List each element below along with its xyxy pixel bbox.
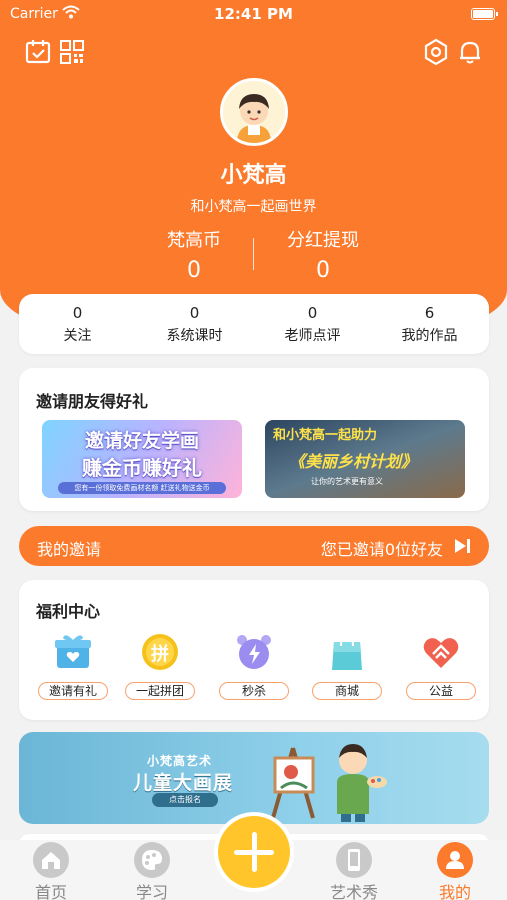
welfare-pill-label: 秒杀: [219, 682, 289, 700]
stat-course-hours[interactable]: 0 系统课时: [136, 304, 253, 345]
banner-caption: 您有一份领取免费画材名额 赶送礼物送金币: [58, 482, 226, 494]
play-next-icon: [455, 539, 470, 553]
stat-label: 系统课时: [166, 328, 223, 344]
tab-label: 学习: [135, 883, 168, 900]
welfare-pill-label: 邀请有礼: [38, 682, 108, 700]
welfare-charity[interactable]: 公益: [401, 632, 481, 700]
battery-icon: [471, 8, 498, 20]
banner-subheadline: 《美丽乡村计划》: [289, 452, 418, 471]
heart-hands-icon: [423, 638, 459, 668]
dividend-value: 0: [316, 258, 330, 283]
tab-home[interactable]: 首页: [16, 840, 86, 900]
tab-label: 首页: [34, 883, 67, 900]
phone-icon: [336, 842, 372, 878]
dividend-label: 分红提现: [287, 230, 359, 251]
welfare-invite-gift[interactable]: 邀请有礼: [33, 632, 113, 700]
invite-section-title: 邀请朋友得好礼: [36, 392, 149, 411]
coins-value: 0: [187, 258, 201, 283]
dividend-stat[interactable]: 分红提现 0: [258, 226, 388, 283]
home-icon: [33, 842, 69, 878]
banner-subheadline: 赚金币赚好礼: [82, 456, 202, 480]
settings-hexagon-icon[interactable]: [422, 38, 450, 66]
welfare-pill-label: 商城: [312, 682, 382, 700]
welfare-group-buy[interactable]: 拼 一起拼团: [120, 632, 200, 700]
username: 小梵高: [220, 163, 287, 188]
profile-icon: [437, 842, 473, 878]
stat-value: 0: [189, 304, 200, 322]
banner-headline: 和小梵高一起助力: [273, 428, 378, 443]
beautiful-village-banner[interactable]: 和小梵高一起助力 《美丽乡村计划》 让你的艺术更有意义: [265, 420, 465, 498]
my-invite-bar[interactable]: 我的邀请 您已邀请0位好友: [19, 526, 489, 566]
invite-friends-card: 邀请朋友得好礼 邀请好友学画 赚金币赚好礼 您有一份领取免费画材名额 赶送礼物送…: [19, 368, 489, 511]
bell-icon[interactable]: [456, 38, 484, 66]
stat-my-works[interactable]: 6 我的作品: [371, 304, 488, 345]
status-bar: Carrier 12:41 PM: [0, 0, 507, 28]
tab-mine[interactable]: 我的: [420, 840, 490, 900]
palette-icon: [134, 842, 170, 878]
coins-stat[interactable]: 梵高币 0: [129, 226, 259, 283]
status-time: 12:41 PM: [214, 5, 293, 23]
tab-label: 我的: [438, 883, 471, 900]
exhibit-line1: 小梵高艺术: [147, 754, 213, 768]
slogan: 和小梵高一起画世界: [190, 199, 317, 215]
welfare-pill-label: 公益: [406, 682, 476, 700]
stat-value: 6: [424, 304, 435, 322]
welfare-section-title: 福利中心: [36, 602, 101, 621]
shopping-bag-icon: [332, 634, 362, 670]
alarm-clock-icon: [237, 635, 271, 669]
stat-value: 0: [307, 304, 318, 322]
tab-label: 艺术秀: [329, 883, 378, 900]
my-invite-status: 您已邀请0位好友: [320, 540, 443, 559]
welfare-center-card: 福利中心 邀请有礼 拼 一起拼团 秒杀 商城 公益: [19, 580, 489, 720]
boy-avatar-illustration: [223, 81, 285, 143]
coins-label: 梵高币: [167, 230, 221, 251]
tab-study[interactable]: 学习: [117, 840, 187, 900]
gift-icon: [55, 635, 91, 668]
banner-headline: 邀请好友学画: [84, 430, 199, 452]
header-divider: [253, 238, 254, 270]
banner-caption: 让你的艺术更有意义: [311, 477, 383, 486]
stat-label: 关注: [63, 328, 92, 344]
avatar[interactable]: [220, 78, 288, 146]
welfare-pill-label: 一起拼团: [125, 682, 195, 700]
invite-friends-banner[interactable]: 邀请好友学画 赚金币赚好礼 您有一份领取免费画材名额 赶送礼物送金币: [42, 420, 242, 498]
children-exhibition-banner[interactable]: 小梵高艺术 儿童大画展 点击报名: [19, 732, 489, 824]
plus-icon[interactable]: [218, 816, 290, 888]
stats-card: 0 关注 0 系统课时 0 老师点评 6 我的作品: [19, 294, 489, 354]
stat-label: 我的作品: [401, 328, 458, 344]
qr-code-icon[interactable]: [58, 38, 86, 66]
stat-follow[interactable]: 0 关注: [19, 304, 136, 345]
group-buy-glyph: 拼: [151, 644, 169, 665]
calendar-check-icon[interactable]: [24, 38, 52, 66]
welfare-mall[interactable]: 商城: [307, 632, 387, 700]
my-invite-label: 我的邀请: [37, 540, 102, 559]
easel-boy-illustration: [271, 744, 387, 822]
stat-label: 老师点评: [284, 328, 341, 344]
exhibit-signup-button[interactable]: 点击报名: [152, 793, 218, 807]
welfare-flash-sale[interactable]: 秒杀: [214, 632, 294, 700]
stat-teacher-reviews[interactable]: 0 老师点评: [254, 304, 371, 345]
tab-art-show[interactable]: 艺术秀: [319, 840, 389, 900]
exhibit-title: 儿童大画展: [133, 772, 234, 794]
stat-value: 0: [72, 304, 83, 322]
